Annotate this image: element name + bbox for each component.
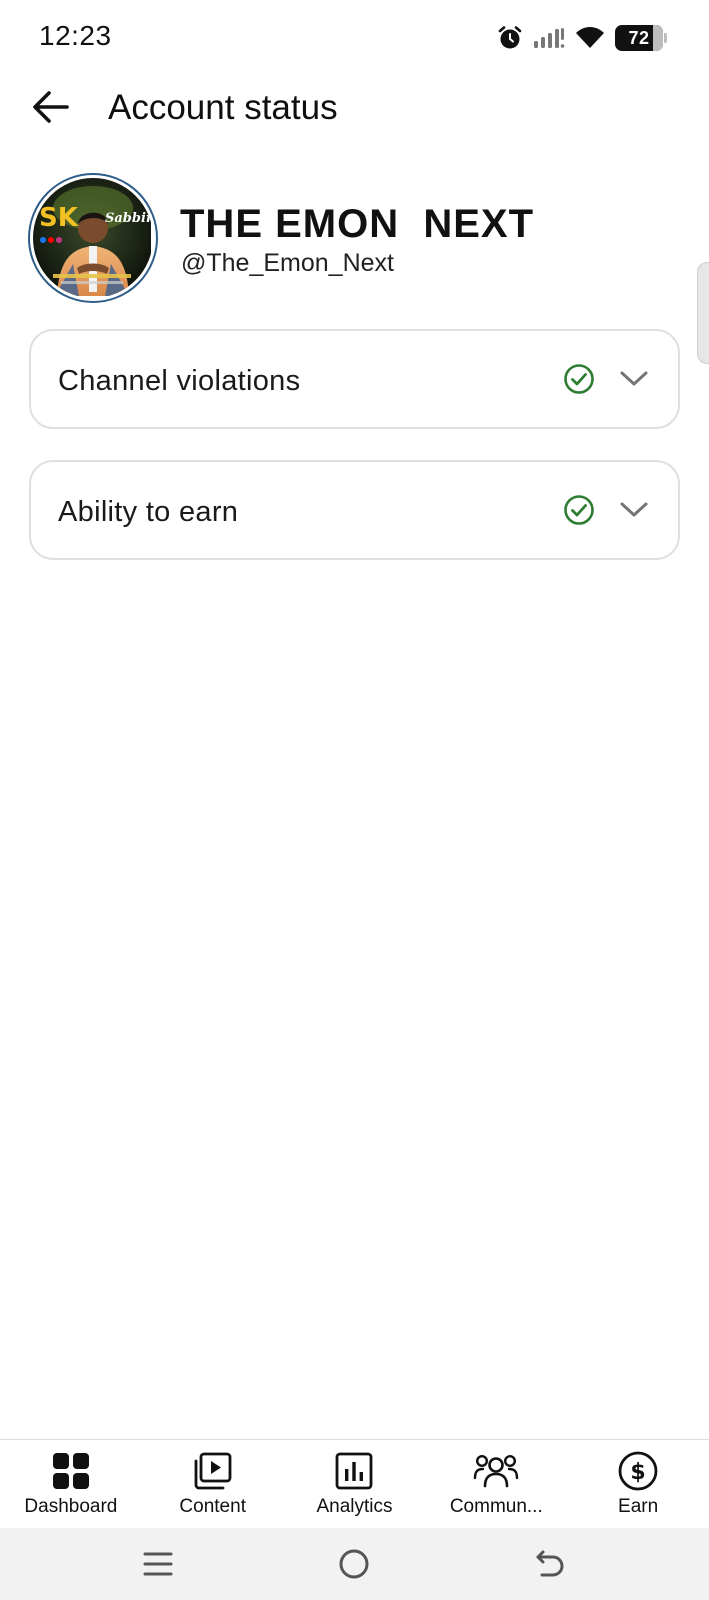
battery-level: 72 bbox=[628, 27, 650, 48]
channel-header: SK Sabbir THE EMON NEXT @The_Emon_Next bbox=[28, 170, 668, 303]
status-bar: 12:23 72 bbox=[0, 0, 709, 78]
app-bar: Account status bbox=[0, 78, 709, 142]
card-label: Channel violations bbox=[58, 365, 301, 397]
system-back-button[interactable] bbox=[520, 1542, 580, 1586]
nav-community[interactable]: Commun... bbox=[425, 1440, 567, 1528]
arrow-left-icon bbox=[33, 91, 69, 123]
home-button[interactable] bbox=[324, 1542, 384, 1586]
channel-handle: @The_Emon_Next bbox=[181, 249, 394, 277]
check-circle-icon bbox=[564, 364, 594, 394]
card-label: Ability to earn bbox=[58, 496, 239, 528]
status-icons: 72 bbox=[497, 24, 667, 52]
wifi-icon bbox=[576, 27, 604, 48]
nav-label: Earn bbox=[618, 1496, 659, 1517]
alarm-icon bbox=[498, 26, 522, 49]
svg-text:Sabbir: Sabbir bbox=[105, 211, 151, 226]
svg-text:$: $ bbox=[630, 1460, 645, 1485]
bottom-nav: Dashboard Content Analytics Commun... $ … bbox=[0, 1439, 709, 1528]
check-circle-icon bbox=[564, 495, 594, 525]
avatar-image: SK Sabbir bbox=[33, 178, 153, 296]
avatar[interactable]: SK Sabbir bbox=[28, 173, 158, 303]
channel-violations-card[interactable]: Channel violations bbox=[29, 329, 680, 429]
nav-content[interactable]: Content bbox=[142, 1440, 284, 1528]
back-icon bbox=[536, 1550, 564, 1577]
analytics-icon bbox=[336, 1452, 373, 1490]
page-title: Account status bbox=[108, 88, 338, 127]
home-icon bbox=[339, 1549, 369, 1579]
content-icon bbox=[194, 1452, 232, 1490]
edge-panel-handle[interactable] bbox=[697, 262, 709, 364]
battery-nub bbox=[664, 33, 667, 43]
nav-label: Analytics bbox=[316, 1496, 393, 1517]
nav-earn[interactable]: $ Earn bbox=[567, 1440, 709, 1528]
nav-label: Dashboard bbox=[24, 1496, 118, 1517]
chevron-down-icon[interactable] bbox=[619, 369, 649, 389]
battery-empty-portion bbox=[653, 25, 663, 51]
dashboard-icon bbox=[52, 1453, 89, 1489]
nav-dashboard[interactable]: Dashboard bbox=[0, 1440, 142, 1528]
chevron-down-icon[interactable] bbox=[619, 500, 649, 520]
earn-icon: $ bbox=[618, 1451, 658, 1491]
status-time: 12:23 bbox=[39, 20, 112, 51]
nav-analytics[interactable]: Analytics bbox=[284, 1440, 426, 1528]
svg-text:SK: SK bbox=[39, 203, 79, 233]
recent-apps-button[interactable] bbox=[128, 1542, 188, 1586]
back-button[interactable] bbox=[26, 82, 76, 132]
nav-label: Commun... bbox=[449, 1496, 543, 1517]
battery-icon: 72 bbox=[615, 25, 667, 51]
nav-label: Content bbox=[179, 1496, 246, 1517]
channel-name: THE EMON NEXT bbox=[180, 202, 535, 246]
system-nav-bar bbox=[0, 1528, 709, 1600]
cellular-signal-icon bbox=[534, 28, 565, 48]
ability-to-earn-card[interactable]: Ability to earn bbox=[29, 460, 680, 560]
community-icon bbox=[474, 1454, 519, 1488]
recent-apps-icon bbox=[143, 1552, 173, 1576]
